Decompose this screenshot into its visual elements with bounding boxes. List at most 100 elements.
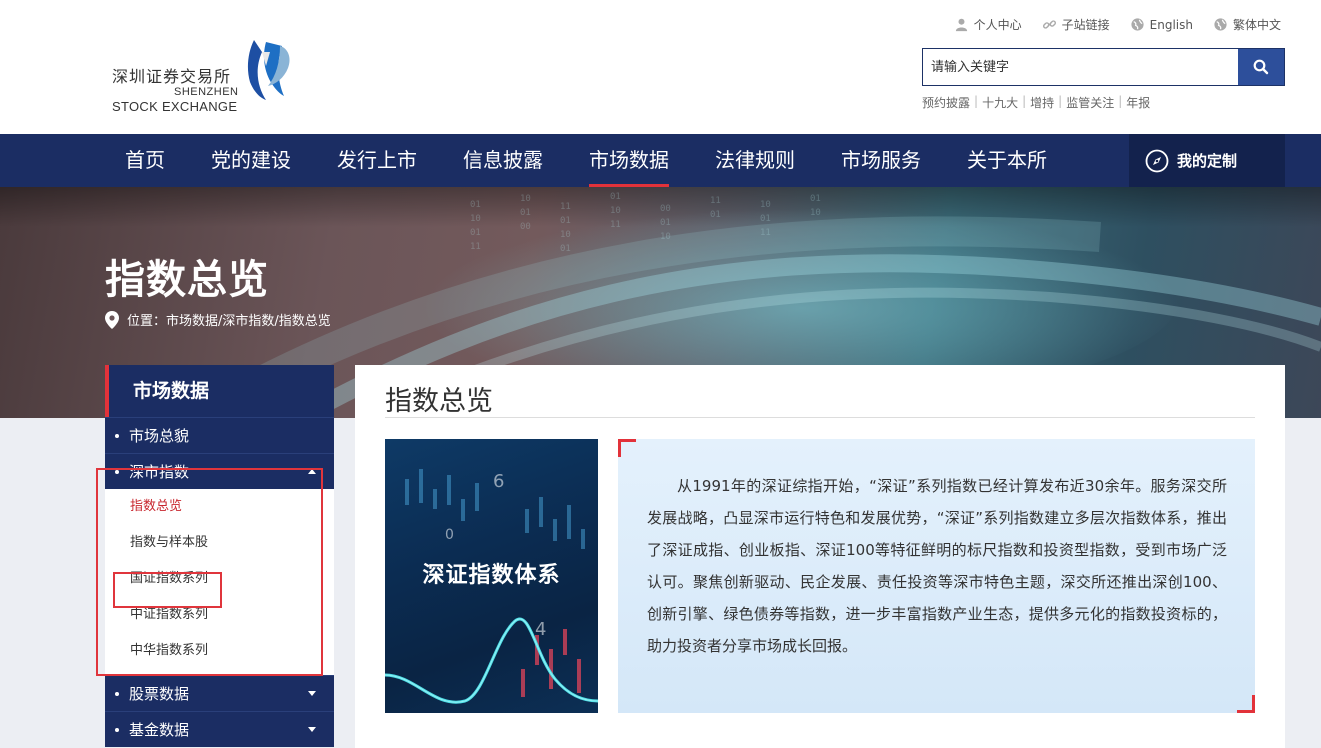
hot-keywords: 预约披露 | 十九大 | 增持 | 监管关注 | 年报 <box>922 94 1150 111</box>
page-title: 指数总览 <box>105 257 269 303</box>
my-custom-button[interactable]: 我的定制 <box>1129 134 1285 187</box>
hot-keyword[interactable]: 年报 <box>1126 94 1150 111</box>
hot-keyword[interactable]: 监管关注 <box>1066 94 1114 111</box>
link-icon <box>1042 20 1056 29</box>
nav-items: 首页 党的建设 发行上市 信息披露 市场数据 法律规则 市场服务 关于本所 <box>102 134 1070 187</box>
sidebar-group-label: 股票数据 <box>129 685 190 703</box>
main-nav: 首页 党的建设 发行上市 信息披露 市场数据 法律规则 市场服务 关于本所 我的… <box>0 134 1321 187</box>
svg-text:01: 01 <box>520 208 531 218</box>
caret-up-icon <box>308 469 316 474</box>
nav-item-disclosure[interactable]: 信息披露 <box>440 134 566 187</box>
szse-logo[interactable]: 深圳证券交易所 SHENZHEN STOCK EXCHANGE <box>112 38 292 118</box>
svg-text:6: 6 <box>493 471 504 492</box>
bullet-icon <box>115 727 119 732</box>
hot-keyword[interactable]: 预约披露 <box>922 94 970 111</box>
divider <box>385 417 1255 418</box>
nav-item-listing[interactable]: 发行上市 <box>314 134 440 187</box>
svg-text:01: 01 <box>660 218 671 228</box>
sidebar-group-sz-index[interactable]: 深市指数 <box>105 453 334 489</box>
svg-text:11: 11 <box>710 196 721 206</box>
location-pin-icon <box>105 310 119 329</box>
sidebar-group-fund-data[interactable]: 基金数据 <box>105 711 334 747</box>
sidebar-group-label: 深市指数 <box>129 463 190 481</box>
breadcrumb-text: 位置：市场数据/深市指数/指数总览 <box>127 314 331 329</box>
svg-text:4: 4 <box>535 619 546 640</box>
svg-text:01: 01 <box>710 210 721 220</box>
svg-text:11: 11 <box>610 220 621 230</box>
globe-icon <box>1214 18 1227 31</box>
site-header: 深圳证券交易所 SHENZHEN STOCK EXCHANGE 个人中心 子站链… <box>0 0 1321 134</box>
svg-text:10: 10 <box>810 208 821 218</box>
separator: | <box>974 94 979 108</box>
svg-text:0: 0 <box>445 527 454 543</box>
search-bar <box>922 48 1285 86</box>
bullet-icon <box>115 691 119 696</box>
svg-text:01: 01 <box>810 194 821 204</box>
svg-text:00: 00 <box>660 204 671 214</box>
svg-text:01: 01 <box>560 216 571 226</box>
sidebar-item-cnindex-series[interactable]: 国证指数系列 <box>105 561 334 597</box>
breadcrumb: 位置：市场数据/深市指数/指数总览 <box>105 310 331 329</box>
search-icon <box>1253 59 1269 75</box>
svg-text:01: 01 <box>470 228 481 238</box>
svg-text:01: 01 <box>760 214 771 224</box>
svg-text:10: 10 <box>560 230 571 240</box>
caret-down-icon <box>308 691 316 696</box>
search-input[interactable] <box>923 49 1238 85</box>
corner-decoration-bottom-right <box>1237 695 1255 713</box>
svg-text:10: 10 <box>520 194 531 204</box>
svg-text:01: 01 <box>560 244 571 254</box>
sidebar-group-stock-data[interactable]: 股票数据 <box>105 675 334 711</box>
search-button[interactable] <box>1238 49 1284 85</box>
top-link-substation[interactable]: 子站链接 <box>1042 16 1110 33</box>
separator: | <box>1118 94 1123 108</box>
top-link-personal-center[interactable]: 个人中心 <box>954 16 1022 33</box>
top-link-traditional-chinese[interactable]: 繁体中文 <box>1213 16 1281 33</box>
svg-text:11: 11 <box>470 242 481 252</box>
top-link-english[interactable]: English <box>1130 16 1193 33</box>
corner-decoration-top-left <box>618 439 636 457</box>
bullet-icon <box>115 469 119 474</box>
sidebar-item-index-overview[interactable]: 指数总览 <box>105 489 334 525</box>
sidebar-item-csindex-series[interactable]: 中证指数系列 <box>105 597 334 633</box>
sidebar: 市场数据 市场总貌 深市指数 指数总览 指数与样本股 国证指数系列 中证指数系列… <box>105 365 334 747</box>
sidebar-item-chinaindex-series[interactable]: 中华指数系列 <box>105 633 334 669</box>
nav-item-party-building[interactable]: 党的建设 <box>188 134 314 187</box>
index-system-image-caption: 深证指数体系 <box>422 563 561 588</box>
sidebar-submenu: 指数总览 指数与样本股 国证指数系列 中证指数系列 中华指数系列 <box>105 489 334 675</box>
sidebar-title: 市场数据 <box>105 365 334 417</box>
top-link-label: 个人中心 <box>973 18 1022 32</box>
top-link-label: 繁体中文 <box>1232 18 1281 32</box>
hot-keyword[interactable]: 增持 <box>1030 94 1054 111</box>
nav-item-market-services[interactable]: 市场服务 <box>818 134 944 187</box>
svg-text:10: 10 <box>760 200 771 210</box>
hot-keyword[interactable]: 十九大 <box>982 94 1018 111</box>
svg-text:10: 10 <box>470 214 481 224</box>
nav-item-about[interactable]: 关于本所 <box>944 134 1070 187</box>
logo-en-line1: SHENZHEN <box>174 86 239 98</box>
nav-item-market-data[interactable]: 市场数据 <box>566 134 692 187</box>
top-link-label: English <box>1149 17 1193 32</box>
intro-paragraph: 从1991年的深证综指开始，“深证”系列指数已经计算发布近30余年。服务深交所发… <box>647 477 1227 655</box>
globe-icon <box>1131 18 1144 31</box>
sidebar-group-market-overview[interactable]: 市场总貌 <box>105 417 334 453</box>
bullet-icon <box>115 433 119 438</box>
sidebar-group-label: 市场总貌 <box>129 427 190 445</box>
separator: | <box>1022 94 1027 108</box>
my-custom-label: 我的定制 <box>1177 152 1238 170</box>
caret-down-icon <box>308 727 316 732</box>
svg-text:11: 11 <box>560 202 571 212</box>
svg-text:10: 10 <box>610 206 621 216</box>
svg-text:10: 10 <box>660 232 671 242</box>
sidebar-group-label: 基金数据 <box>129 721 190 739</box>
nav-item-home[interactable]: 首页 <box>102 134 188 187</box>
section-title: 指数总览 <box>385 386 493 417</box>
sidebar-item-index-samples[interactable]: 指数与样本股 <box>105 525 334 561</box>
nav-item-rules[interactable]: 法律规则 <box>692 134 818 187</box>
logo-en-line2: STOCK EXCHANGE <box>112 99 238 114</box>
logo-mark-icon <box>247 40 290 100</box>
top-links: 个人中心 子站链接 English 繁体中文 <box>954 16 1281 33</box>
svg-text:01: 01 <box>470 200 481 210</box>
svg-text:00: 00 <box>520 222 531 232</box>
user-icon <box>955 18 967 32</box>
